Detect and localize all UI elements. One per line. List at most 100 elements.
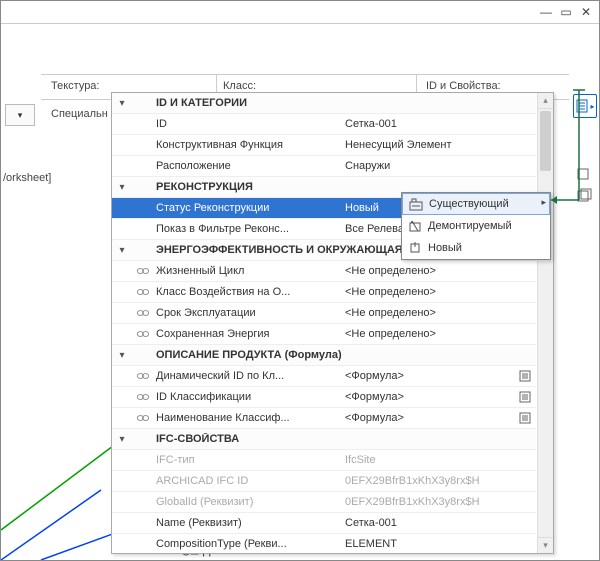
- link-chain-icon: [132, 265, 154, 277]
- property-row[interactable]: Наименование Классиф...<Формула>: [112, 408, 536, 429]
- link-chain-icon: [132, 412, 154, 424]
- disclosure-triangle-icon[interactable]: ▾: [112, 182, 132, 193]
- property-value[interactable]: 0EFX29BfrB1xKhX3y8rx$H: [339, 475, 514, 487]
- property-value[interactable]: <Формула>: [339, 370, 514, 382]
- formula-calc-icon[interactable]: [514, 391, 536, 403]
- property-name: ID Классификации: [154, 391, 339, 403]
- property-row[interactable]: Срок Эксплуатации<Не определено>: [112, 303, 536, 324]
- link-chain-icon: [132, 307, 154, 319]
- property-group-header[interactable]: ▾ IFC-СВОЙСТВА: [112, 429, 536, 450]
- scroll-up-arrow[interactable]: ▴: [538, 93, 553, 109]
- property-row[interactable]: CompositionType (Рекви...ELEMENT: [112, 534, 536, 553]
- worksheet-label: /orksheet]: [3, 172, 51, 184]
- texture-label: Текстура:: [51, 80, 100, 92]
- chevron-down-icon: ▾: [18, 110, 23, 121]
- property-value[interactable]: <Не определено>: [339, 265, 514, 277]
- page-icon: [575, 99, 589, 113]
- formula-calc-icon[interactable]: [514, 370, 536, 382]
- formula-calc-icon[interactable]: [514, 412, 536, 424]
- flyout-item-label: Новый: [428, 242, 462, 254]
- property-value[interactable]: <Не определено>: [339, 286, 514, 298]
- scroll-down-arrow[interactable]: ▾: [538, 537, 553, 553]
- property-group-header[interactable]: ▾ ID И КАТЕГОРИИ: [112, 93, 536, 114]
- property-row[interactable]: Конструктивная ФункцияНенесущий Элемент: [112, 135, 536, 156]
- property-name: Наименование Классиф...: [154, 412, 339, 424]
- property-name: Статус Реконструкции: [154, 202, 339, 214]
- properties-panel-button[interactable]: ▸: [573, 94, 597, 118]
- property-value[interactable]: Снаружи: [339, 160, 514, 172]
- chevron-right-icon: ▸: [590, 102, 594, 111]
- property-name: Срок Эксплуатации: [154, 307, 339, 319]
- property-row[interactable]: ID Классификации<Формула>: [112, 387, 536, 408]
- property-name: CompositionType (Рекви...: [154, 538, 339, 550]
- property-row[interactable]: IFC-типIfcSite: [112, 450, 536, 471]
- property-name: Name (Реквизит): [154, 517, 339, 529]
- flyout-arrow-icon: ▸: [541, 197, 546, 208]
- restore-icon[interactable]: ▭: [559, 5, 573, 19]
- disclosure-triangle-icon[interactable]: ▾: [112, 245, 132, 256]
- side-tool-b[interactable]: [575, 186, 595, 206]
- property-row[interactable]: РасположениеСнаружи: [112, 156, 536, 177]
- property-row[interactable]: Динамический ID по Кл...<Формула>: [112, 366, 536, 387]
- link-chain-icon: [132, 370, 154, 382]
- new-icon: [408, 241, 422, 255]
- close-icon[interactable]: ✕: [579, 5, 593, 19]
- flyout-item-label: Существующий: [429, 198, 509, 210]
- property-name: ID: [154, 118, 339, 130]
- property-value[interactable]: <Не определено>: [339, 307, 514, 319]
- flyout-item-label: Демонтируемый: [428, 220, 512, 232]
- group-name: ID И КАТЕГОРИИ: [154, 97, 536, 109]
- flyout-item-demolish[interactable]: Демонтируемый: [402, 215, 550, 237]
- property-name: GlobalId (Реквизит): [154, 496, 339, 508]
- property-value[interactable]: Сетка-001: [339, 118, 514, 130]
- existing-icon: [409, 197, 423, 211]
- property-name: Жизненный Цикл: [154, 265, 339, 277]
- property-value[interactable]: <Формула>: [339, 391, 514, 403]
- status-flyout-menu: ▸ Существующий Демонтируемый Новый: [401, 192, 551, 260]
- group-name: ОПИСАНИЕ ПРОДУКТА (Формула): [154, 349, 536, 361]
- property-name: ARCHICAD IFC ID: [154, 475, 339, 487]
- property-row[interactable]: ARCHICAD IFC ID0EFX29BfrB1xKhX3y8rx$H: [112, 471, 536, 492]
- link-chain-icon: [132, 286, 154, 298]
- texture-dropdown[interactable]: ▾: [5, 104, 35, 126]
- class-label: Класс:: [223, 80, 256, 92]
- flyout-item-existing[interactable]: Существующий: [402, 193, 550, 215]
- link-chain-icon: [132, 391, 154, 403]
- demolish-icon: [408, 219, 422, 233]
- properties-panel: ▾ID И КАТЕГОРИИIDСетка-001Конструктивная…: [111, 92, 554, 554]
- side-tool-a[interactable]: [575, 164, 595, 184]
- property-value[interactable]: IfcSite: [339, 454, 514, 466]
- property-value[interactable]: Ненесущий Элемент: [339, 139, 514, 151]
- property-value[interactable]: <Не определено>: [339, 328, 514, 340]
- property-row[interactable]: Жизненный Цикл<Не определено>: [112, 261, 536, 282]
- property-row[interactable]: Сохраненная Энергия<Не определено>: [112, 324, 536, 345]
- minimize-icon[interactable]: —: [539, 5, 553, 19]
- group-name: IFC-СВОЙСТВА: [154, 433, 536, 445]
- property-row[interactable]: GlobalId (Реквизит)0EFX29BfrB1xKhX3y8rx$…: [112, 492, 536, 513]
- title-bar: — ▭ ✕: [1, 1, 599, 23]
- idprops-label: ID и Свойства:: [426, 80, 501, 92]
- flyout-item-new[interactable]: Новый: [402, 237, 550, 259]
- property-value[interactable]: <Формула>: [339, 412, 514, 424]
- disclosure-triangle-icon[interactable]: ▾: [112, 434, 132, 445]
- link-chain-icon: [132, 328, 154, 340]
- property-name: Конструктивная Функция: [154, 139, 339, 151]
- property-row[interactable]: Класс Воздействия на О...<Не определено>: [112, 282, 536, 303]
- special-label: Специальн: [51, 108, 108, 120]
- property-row[interactable]: IDСетка-001: [112, 114, 536, 135]
- property-value[interactable]: Сетка-001: [339, 517, 514, 529]
- property-name: Сохраненная Энергия: [154, 328, 339, 340]
- disclosure-triangle-icon[interactable]: ▾: [112, 98, 132, 109]
- property-name: Расположение: [154, 160, 339, 172]
- property-value[interactable]: 0EFX29BfrB1xKhX3y8rx$H: [339, 496, 514, 508]
- property-name: Класс Воздействия на О...: [154, 286, 339, 298]
- property-row[interactable]: Name (Реквизит)Сетка-001: [112, 513, 536, 534]
- property-name: Динамический ID по Кл...: [154, 370, 339, 382]
- property-name: IFC-тип: [154, 454, 339, 466]
- scroll-thumb[interactable]: [540, 111, 551, 171]
- disclosure-triangle-icon[interactable]: ▾: [112, 350, 132, 361]
- property-value[interactable]: ELEMENT: [339, 538, 514, 550]
- property-name: Показ в Фильтре Реконс...: [154, 223, 339, 235]
- vertical-scrollbar[interactable]: ▴ ▾: [537, 93, 553, 553]
- property-group-header[interactable]: ▾ ОПИСАНИЕ ПРОДУКТА (Формула): [112, 345, 536, 366]
